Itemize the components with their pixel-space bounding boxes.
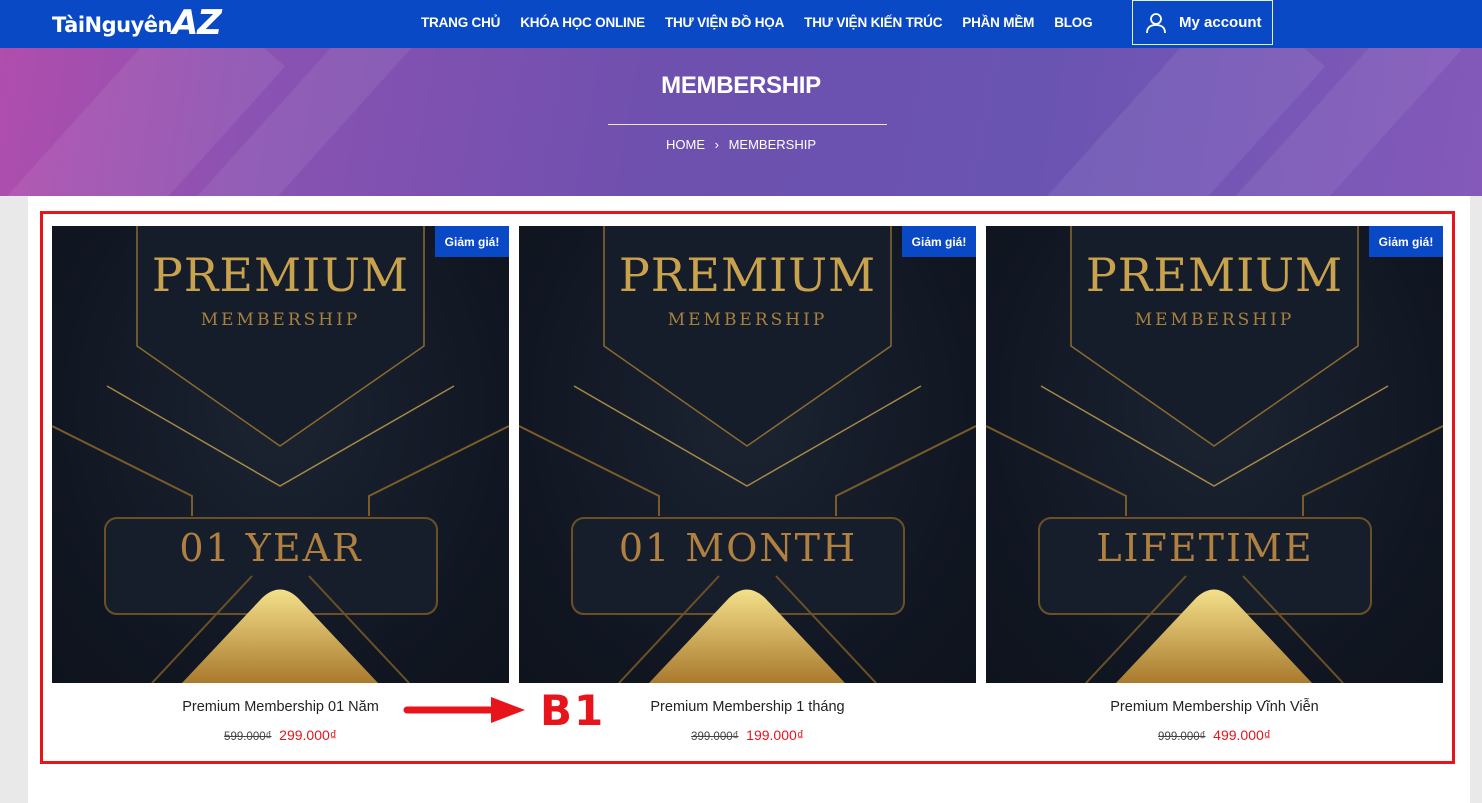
artwork-plan: LIFETIME — [1096, 526, 1314, 570]
product-card-lifetime[interactable]: PREMIUM MEMBERSHIP LIFETIME Giảm giá! Pr… — [986, 226, 1443, 745]
sale-badge: Giảm giá! — [435, 226, 509, 257]
original-price: 999.000₫ — [1158, 731, 1206, 743]
nav-item-thu-vien-kien-truc[interactable]: THƯ VIỆN KIẾN TRÚC — [804, 15, 942, 30]
nav-item-blog[interactable]: BLOG — [1054, 15, 1092, 30]
product-price: 999.000₫ 499.000₫ — [986, 727, 1443, 745]
artwork-plan: 01 YEAR — [179, 526, 363, 570]
breadcrumb-home-link[interactable]: HOME — [666, 137, 705, 152]
sale-price: 299.000₫ — [279, 727, 337, 743]
product-image[interactable]: PREMIUM MEMBERSHIP 01 MONTH Giảm giá! — [519, 226, 976, 683]
artwork-subtitle: MEMBERSHIP — [200, 310, 361, 330]
breadcrumb-current: MEMBERSHIP — [728, 137, 816, 152]
annotation-arrow-icon — [403, 697, 525, 723]
annotation-label: B1 — [540, 686, 606, 735]
site-logo[interactable]: TàiNguyên AZ — [52, 3, 222, 43]
breadcrumb: HOME › MEMBERSHIP — [0, 137, 1482, 152]
my-account-label: My account — [1179, 14, 1262, 31]
user-icon — [1146, 12, 1166, 33]
top-navigation-bar: TàiNguyên AZ TRANG CHỦ KHÓA HỌC ONLINE T… — [0, 0, 1482, 48]
logo-text-part2: AZ — [171, 3, 222, 43]
artwork-subtitle: MEMBERSHIP — [1134, 310, 1295, 330]
nav-item-khoa-hoc-online[interactable]: KHÓA HỌC ONLINE — [520, 15, 645, 30]
artwork-plan: 01 MONTH — [618, 526, 858, 570]
sale-price: 199.000₫ — [746, 727, 804, 743]
nav-item-thu-vien-do-hoa[interactable]: THƯ VIỆN ĐỒ HỌA — [665, 15, 784, 30]
sale-badge: Giảm giá! — [902, 226, 976, 257]
logo-text-part1: TàiNguyên — [52, 13, 172, 37]
product-name[interactable]: Premium Membership Vĩnh Viễn — [986, 699, 1443, 719]
nav-item-trang-chu[interactable]: TRANG CHỦ — [421, 15, 500, 30]
product-image[interactable]: PREMIUM MEMBERSHIP 01 YEAR Giảm giá! — [52, 226, 509, 683]
breadcrumb-separator: › — [714, 137, 719, 152]
sale-badge: Giảm giá! — [1369, 226, 1443, 257]
my-account-button[interactable]: My account — [1132, 0, 1273, 45]
page-title: MEMBERSHIP — [661, 72, 821, 99]
product-card-01-year[interactable]: PREMIUM MEMBERSHIP 01 YEAR Giảm giá! Pre… — [52, 226, 509, 745]
product-image[interactable]: PREMIUM MEMBERSHIP LIFETIME Giảm giá! — [986, 226, 1443, 683]
artwork-subtitle: MEMBERSHIP — [667, 310, 828, 330]
sale-price: 499.000₫ — [1213, 727, 1271, 743]
original-price: 399.000₫ — [691, 731, 739, 743]
nav-item-phan-mem[interactable]: PHẦN MỀM — [962, 15, 1034, 30]
title-divider — [608, 124, 887, 125]
page-banner: MEMBERSHIP HOME › MEMBERSHIP — [0, 48, 1482, 196]
product-price: 599.000₫ 299.000₫ — [52, 727, 509, 745]
product-card-01-month[interactable]: PREMIUM MEMBERSHIP 01 MONTH Giảm giá! Pr… — [519, 226, 976, 745]
main-menu: TRANG CHỦ KHÓA HỌC ONLINE THƯ VIỆN ĐỒ HỌ… — [421, 0, 1112, 44]
original-price: 599.000₫ — [224, 731, 272, 743]
